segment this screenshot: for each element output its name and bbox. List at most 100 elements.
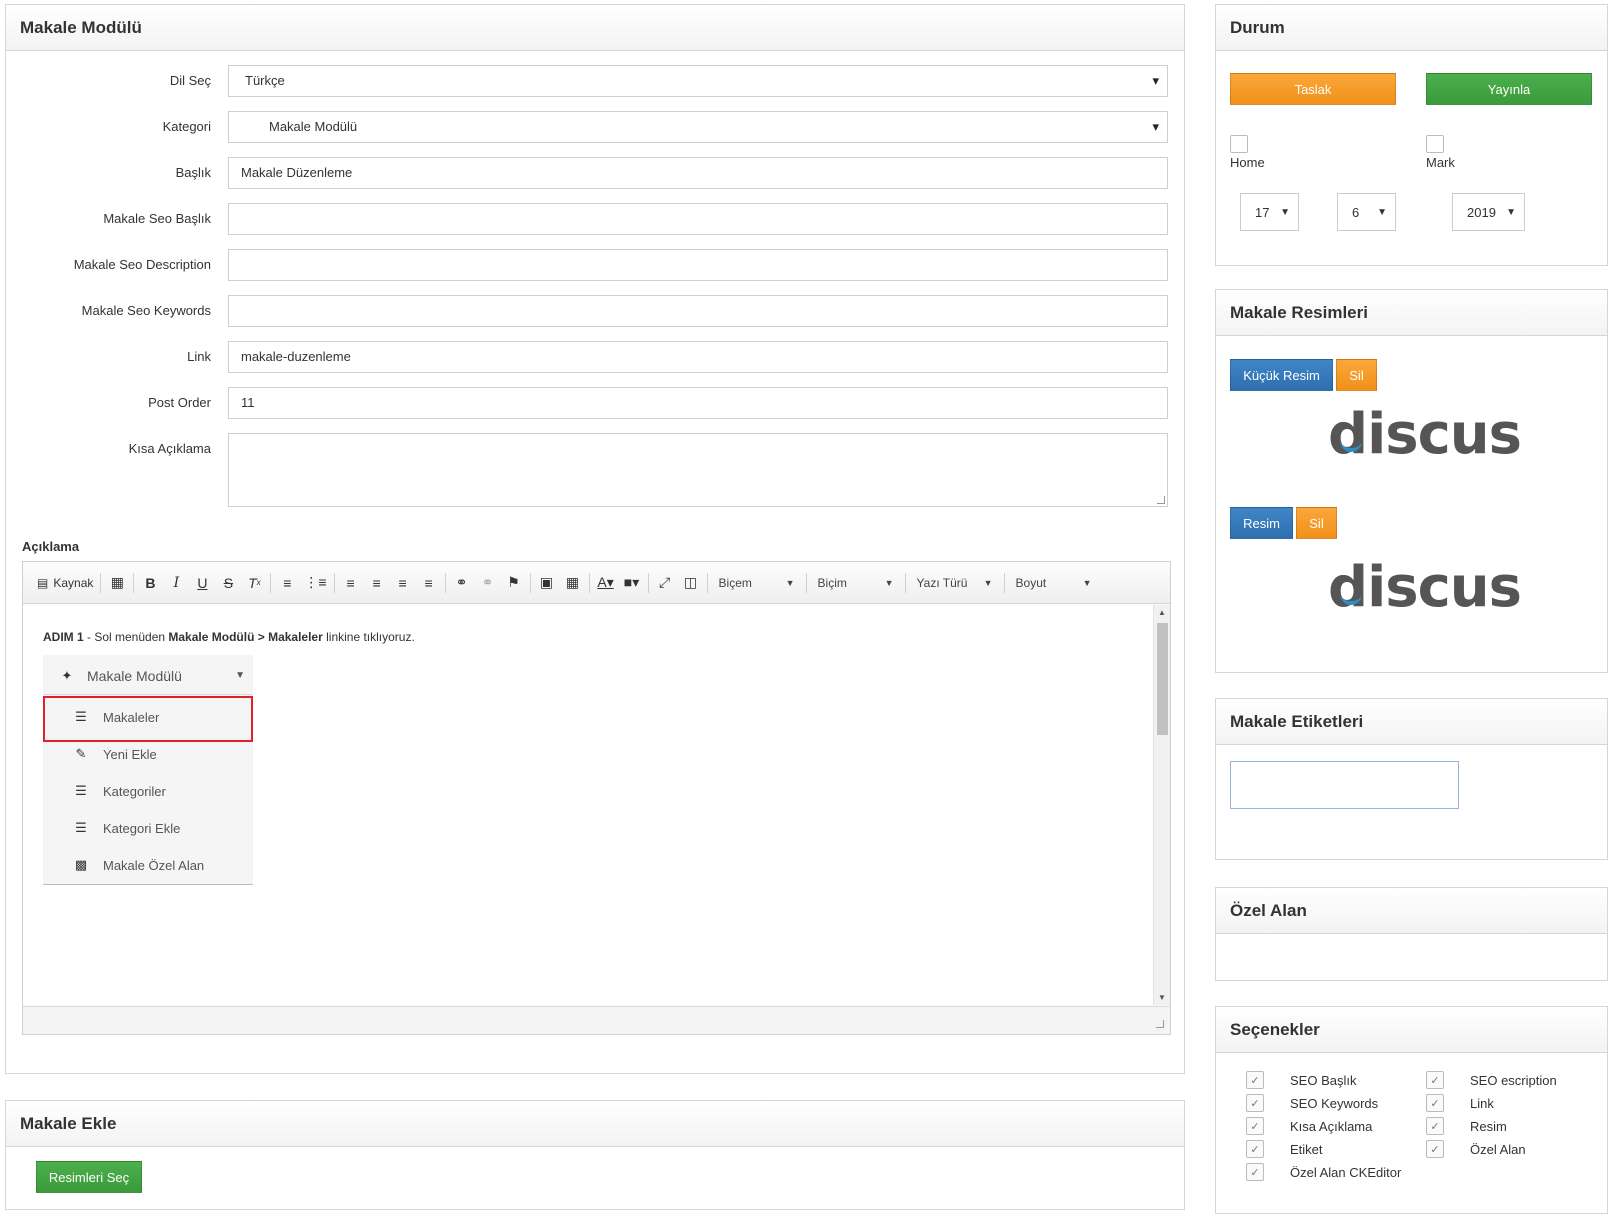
menu-item-kategori-ekle: ☰ Kategori Ekle	[43, 809, 253, 847]
align-center-icon[interactable]: ≡	[364, 570, 390, 596]
home-checkbox[interactable]	[1230, 135, 1248, 153]
style-combo[interactable]: Biçim ▼	[810, 570, 902, 596]
scroll-up-icon[interactable]: ▲	[1158, 608, 1166, 617]
background-color-icon[interactable]: ■▾	[619, 570, 645, 596]
books-icon: ▩	[74, 857, 88, 872]
delete-small-image-button[interactable]: Sil	[1336, 359, 1377, 391]
title-input[interactable]: Makale Düzenleme	[228, 157, 1168, 189]
day-select[interactable]: 17 ▼	[1240, 193, 1299, 231]
option-kisa-aciklama[interactable]: ✓ Kısa Açıklama	[1246, 1117, 1372, 1135]
menu-item-label: Makale Özel Alan	[103, 857, 205, 873]
draft-button[interactable]: Taslak	[1230, 73, 1396, 105]
strikethrough-icon[interactable]: S	[215, 570, 241, 596]
panel-title: Makale Etiketleri	[1216, 699, 1607, 745]
bulleted-list-icon[interactable]: ⋮≡	[300, 570, 330, 596]
step-instruction: ADIM 1 - Sol menüden Makale Modülü > Mak…	[43, 630, 415, 644]
table-icon[interactable]: ▦	[560, 570, 586, 596]
form-row-seo-baslik: Makale Seo Başlık	[6, 203, 1186, 235]
month-select[interactable]: 6 ▼	[1337, 193, 1396, 231]
numbered-list-icon[interactable]: ≡	[274, 570, 300, 596]
align-left-icon[interactable]: ≡	[338, 570, 364, 596]
post-order-input[interactable]: 11	[228, 387, 1168, 419]
editor-scrollbar[interactable]: ▲ ▼	[1153, 605, 1170, 1005]
seo-keywords-input[interactable]	[228, 295, 1168, 327]
makale-modulu-panel: Makale Modülü Dil Seç Türkçe Kategori Ma…	[5, 4, 1185, 1074]
option-label: Kısa Açıklama	[1290, 1118, 1373, 1134]
anchor-flag-icon[interactable]: ⚑	[501, 570, 527, 596]
home-label: Home	[1230, 155, 1265, 170]
makale-resimleri-panel: Makale Resimleri Küçük Resim Sil discus …	[1215, 289, 1608, 673]
image-button[interactable]: Resim	[1230, 507, 1293, 539]
link-icon[interactable]: ⚭	[449, 570, 475, 596]
check-icon[interactable]: ✓	[1426, 1094, 1444, 1112]
option-link[interactable]: ✓ Link	[1426, 1094, 1494, 1112]
seo-description-input[interactable]	[228, 249, 1168, 281]
text-color-icon[interactable]: A▾	[593, 570, 619, 596]
tags-input[interactable]	[1230, 761, 1459, 809]
small-image-button[interactable]: Küçük Resim	[1230, 359, 1333, 391]
mark-label: Mark	[1426, 155, 1455, 170]
option-seo-baslik[interactable]: ✓ SEO Başlık	[1246, 1071, 1356, 1089]
day-value: 17	[1255, 204, 1270, 220]
check-icon[interactable]: ✓	[1246, 1140, 1264, 1158]
align-justify-icon[interactable]: ≡	[416, 570, 442, 596]
show-blocks-icon[interactable]: ◫	[678, 570, 704, 596]
size-combo[interactable]: Boyut ▼	[1008, 570, 1100, 596]
scroll-down-icon[interactable]: ▼	[1158, 993, 1166, 1002]
italic-icon[interactable]: I	[163, 570, 189, 596]
category-select[interactable]: Makale Modülü	[228, 111, 1168, 143]
editor-content-area[interactable]: ADIM 1 - Sol menüden Makale Modülü > Mak…	[23, 605, 1153, 1005]
scroll-thumb[interactable]	[1157, 623, 1168, 735]
publish-button[interactable]: Yayınla	[1426, 73, 1592, 105]
select-images-button[interactable]: Resimleri Seç	[36, 1161, 142, 1193]
seo-title-input[interactable]	[228, 203, 1168, 235]
check-icon[interactable]: ✓	[1426, 1140, 1444, 1158]
align-right-icon[interactable]: ≡	[390, 570, 416, 596]
mark-checkbox[interactable]	[1426, 135, 1444, 153]
check-icon[interactable]: ✓	[1426, 1071, 1444, 1089]
field-label: Makale Seo Description	[73, 257, 211, 272]
check-icon[interactable]: ✓	[1246, 1071, 1264, 1089]
option-ozel-alan-ckeditor[interactable]: ✓ Özel Alan CKEditor	[1246, 1163, 1401, 1181]
secenekler-panel: Seçenekler ✓ SEO Başlık ✓ SEO Keywords ✓…	[1215, 1006, 1608, 1214]
chevron-down-icon: ▼	[785, 577, 795, 588]
toolbar-separator	[1003, 572, 1005, 593]
check-icon[interactable]: ✓	[1426, 1117, 1444, 1135]
check-icon[interactable]: ✓	[1246, 1163, 1264, 1181]
form-row-baslik: Başlık Makale Düzenleme	[6, 157, 1186, 189]
remove-format-icon[interactable]: Tx	[241, 570, 267, 596]
option-ozel-alan[interactable]: ✓ Özel Alan	[1426, 1140, 1526, 1158]
unlink-icon[interactable]: ⚭	[475, 570, 501, 596]
image-icon[interactable]: ▣	[534, 570, 560, 596]
chevron-down-icon: ▼	[1377, 206, 1387, 218]
pin-icon: ✦	[61, 667, 73, 683]
font-combo[interactable]: Yazı Türü ▼	[909, 570, 1001, 596]
format-combo-label: Biçem	[718, 575, 752, 590]
short-description-textarea[interactable]	[228, 433, 1168, 507]
logo-text: discus	[1328, 555, 1522, 620]
embedded-menu-screenshot: ✦ Makale Modülü ▼ ☰ Makaleler ✎ Yeni Ekl…	[43, 655, 253, 885]
maximize-icon[interactable]: ⤢	[652, 570, 678, 596]
makale-etiketleri-panel: Makale Etiketleri	[1215, 698, 1608, 860]
field-label: Kısa Açıklama	[128, 441, 211, 456]
language-select[interactable]: Türkçe	[228, 65, 1168, 97]
delete-image-button[interactable]: Sil	[1296, 507, 1337, 539]
menu-item-kategoriler: ☰ Kategoriler	[43, 772, 253, 810]
option-seo-description[interactable]: ✓ SEO escription	[1426, 1071, 1557, 1089]
year-select[interactable]: 2019 ▼	[1452, 193, 1525, 231]
option-label: Etiket	[1290, 1141, 1323, 1157]
source-button[interactable]: ▤ Kaynak	[33, 570, 97, 596]
highlight-box	[43, 696, 253, 742]
option-resim[interactable]: ✓ Resim	[1426, 1117, 1507, 1135]
check-icon[interactable]: ✓	[1246, 1117, 1264, 1135]
check-icon[interactable]: ✓	[1246, 1094, 1264, 1112]
bold-icon[interactable]: B	[137, 570, 163, 596]
resize-grip-icon[interactable]	[1156, 1020, 1164, 1028]
link-input[interactable]: makale-duzenleme	[228, 341, 1168, 373]
option-seo-keywords[interactable]: ✓ SEO Keywords	[1246, 1094, 1378, 1112]
option-etiket[interactable]: ✓ Etiket	[1246, 1140, 1323, 1158]
templates-icon[interactable]: ▦	[104, 570, 130, 596]
resize-grip-icon[interactable]	[1157, 496, 1165, 504]
format-combo[interactable]: Biçem ▼	[711, 570, 803, 596]
underline-icon[interactable]: U	[189, 570, 215, 596]
